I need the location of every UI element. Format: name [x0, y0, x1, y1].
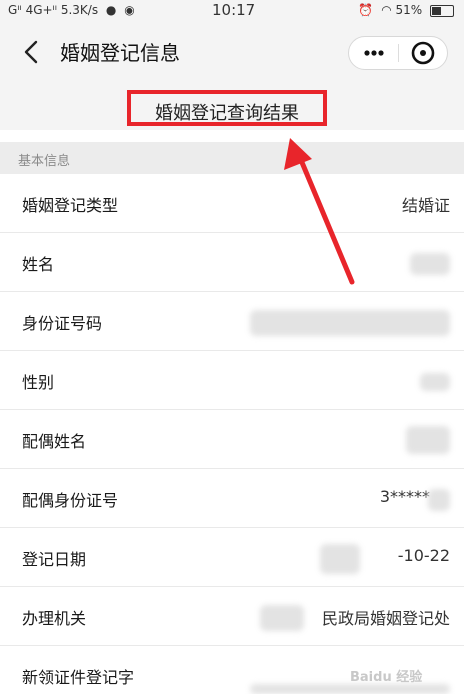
- row-registration-office: 办理机关 民政局婚姻登记处: [0, 587, 464, 646]
- row-value: 3*****: [379, 487, 430, 506]
- wechat-icon: ◉: [124, 3, 135, 17]
- row-id-number: 身份证号码: [0, 292, 464, 351]
- row-label: 新领证件登记字: [22, 668, 135, 687]
- close-icon[interactable]: [407, 37, 439, 69]
- redacted-value: [260, 605, 304, 631]
- back-arrow-icon[interactable]: [18, 38, 46, 66]
- alarm-icon: ⏰: [358, 3, 374, 17]
- row-value: 结婚证: [401, 196, 450, 215]
- row-registration-type: 婚姻登记类型 结婚证: [0, 174, 464, 233]
- navigation-bar: 婚姻登记信息: [0, 22, 464, 84]
- redacted-value: [410, 253, 450, 275]
- section-title: 基本信息: [18, 154, 71, 169]
- redacted-value: [320, 544, 360, 574]
- page-title: 婚姻登记信息: [60, 41, 180, 65]
- redacted-value: [428, 489, 450, 511]
- result-highlight-box: 婚姻登记查询结果: [127, 90, 327, 126]
- row-label: 登记日期: [22, 550, 87, 569]
- row-label: 配偶姓名: [22, 432, 87, 451]
- more-icon[interactable]: [359, 37, 389, 69]
- status-bar: Gᴵᴵ 4G+ᴵᴵ 5.3K/s ● ◉ 10:17 ⏰ ◠ 51%: [0, 0, 464, 22]
- row-spouse-name: 配偶姓名: [0, 410, 464, 469]
- clock: 10:17: [212, 1, 256, 19]
- battery-percent: 51%: [395, 3, 423, 17]
- row-value: 民政局婚姻登记处: [321, 609, 450, 628]
- result-section: 婚姻登记查询结果: [0, 84, 464, 130]
- row-label: 婚姻登记类型: [22, 196, 119, 215]
- row-label: 身份证号码: [22, 314, 103, 333]
- row-label: 性别: [22, 373, 55, 392]
- section-header: 基本信息: [0, 142, 464, 174]
- system-status: ⏰ ◠ 51%: [354, 3, 454, 17]
- battery-icon: [430, 4, 454, 17]
- redacted-value: [420, 373, 450, 391]
- redacted-value: [406, 426, 450, 454]
- row-label: 办理机关: [22, 609, 87, 628]
- redacted-value: [250, 310, 450, 336]
- row-name: 姓名: [0, 233, 464, 292]
- signal-text: Gᴵᴵ 4G+ᴵᴵ 5.3K/s: [8, 3, 99, 17]
- row-gender: 性别: [0, 351, 464, 410]
- row-value: -10-22: [397, 546, 450, 565]
- row-label: 配偶身份证号: [22, 491, 119, 510]
- row-label: 姓名: [22, 255, 55, 274]
- message-icon: ●: [105, 3, 117, 17]
- wifi-icon: ◠: [381, 3, 392, 17]
- row-spouse-id: 配偶身份证号 3*****: [0, 469, 464, 528]
- row-registration-date: 登记日期 -10-22: [0, 528, 464, 587]
- capsule-divider: [398, 44, 399, 62]
- signal-status: Gᴵᴵ 4G+ᴵᴵ 5.3K/s ● ◉: [8, 3, 135, 17]
- miniprogram-capsule: [348, 36, 448, 70]
- watermark: Baidu 经验: [350, 670, 423, 685]
- result-title: 婚姻登记查询结果: [155, 103, 299, 124]
